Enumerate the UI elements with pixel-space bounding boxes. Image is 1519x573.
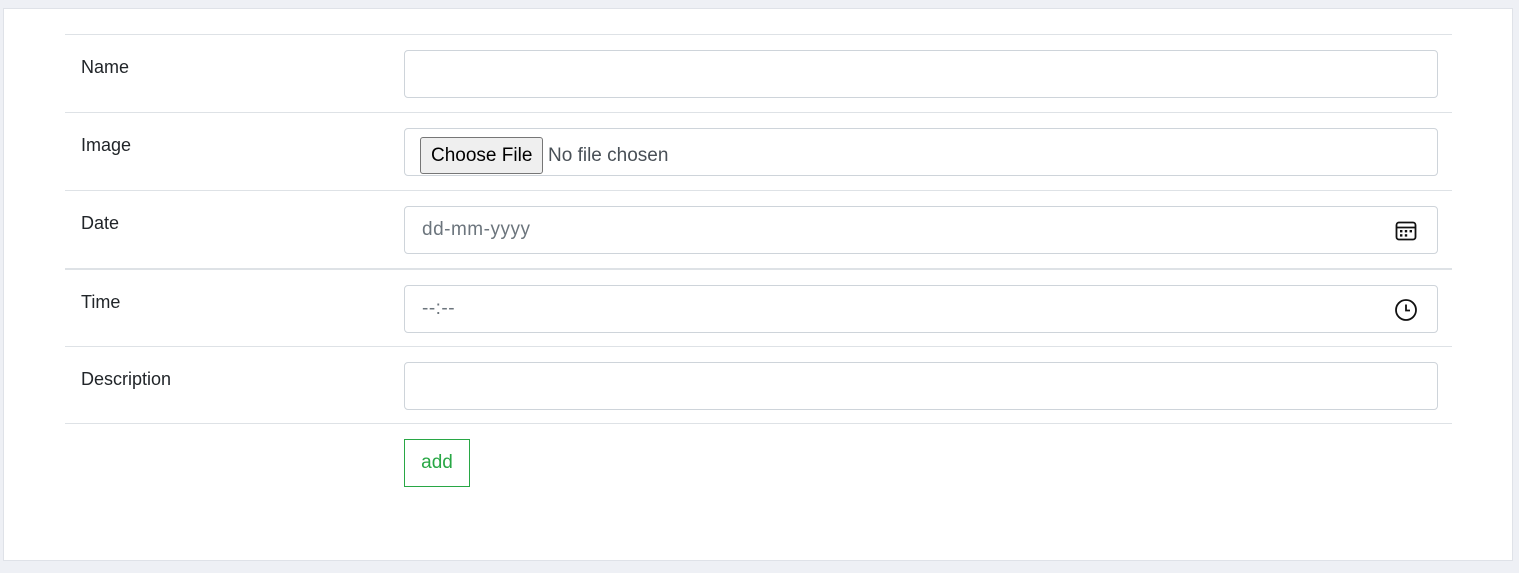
form-row-date: Date dd-mm-yyyy (65, 190, 1452, 268)
name-field[interactable] (404, 50, 1438, 98)
file-status-text: No file chosen (548, 145, 669, 166)
description-field[interactable] (404, 362, 1438, 410)
date-input[interactable]: dd-mm-yyyy (404, 206, 1438, 254)
image-file-field[interactable]: Choose File No file chosen (404, 128, 1438, 176)
form-row-name: Name (65, 34, 1452, 112)
form-table: Name Image Choose File No file chosen Da… (65, 34, 1452, 502)
time-label: Time (81, 292, 121, 312)
clock-icon[interactable] (1394, 298, 1418, 322)
date-label: Date (81, 213, 120, 233)
description-input[interactable] (405, 363, 1437, 409)
form-row-image: Image Choose File No file chosen (65, 112, 1452, 190)
description-label: Description (81, 369, 172, 389)
time-input[interactable]: --:-- (404, 285, 1438, 333)
form-card: Name Image Choose File No file chosen Da… (3, 8, 1513, 561)
add-button[interactable]: add (404, 439, 470, 487)
choose-file-button[interactable]: Choose File (420, 137, 544, 174)
calendar-icon[interactable] (1394, 219, 1418, 243)
form-row-time: Time --:-- (65, 268, 1452, 346)
form-row-description: Description (65, 346, 1452, 424)
date-placeholder: dd-mm-yyyy (422, 219, 531, 240)
image-label: Image (81, 135, 132, 155)
name-input[interactable] (405, 51, 1437, 97)
name-label: Name (81, 57, 130, 77)
time-placeholder: --:-- (422, 298, 456, 319)
form-actions: add (65, 424, 1452, 502)
